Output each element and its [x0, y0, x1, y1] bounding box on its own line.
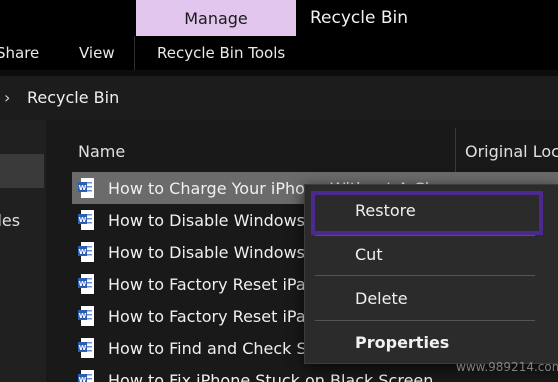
file-explorer-window: Manage Recycle Bin Share View Recycle Bi… — [0, 0, 558, 382]
ribbon-tabs: Share View Recycle Bin Tools — [0, 36, 558, 70]
word-document-icon: W — [78, 178, 94, 198]
menu-item-cut[interactable]: Cut — [355, 245, 383, 264]
column-header-original-location[interactable]: Original Location — [465, 142, 558, 161]
menu-separator — [315, 320, 535, 321]
tab-recycle-bin-tools[interactable]: Recycle Bin Tools — [157, 44, 285, 62]
svg-text:W: W — [79, 344, 87, 352]
restore-highlight-box — [311, 191, 543, 235]
word-document-icon: W — [78, 242, 94, 262]
watermark-text: www.989214.com — [456, 360, 558, 374]
svg-text:W: W — [79, 248, 87, 256]
svg-text:W: W — [79, 280, 87, 288]
context-menu: Restore Cut Delete Properties — [304, 184, 558, 364]
file-name: How to Find and Check S — [108, 338, 307, 358]
manage-tab[interactable]: Manage — [136, 0, 296, 36]
word-document-icon: W — [78, 370, 94, 382]
menu-item-delete[interactable]: Delete — [355, 289, 408, 308]
svg-text:W: W — [79, 184, 87, 192]
title-bar: Manage Recycle Bin — [0, 0, 558, 36]
column-divider[interactable] — [455, 128, 456, 176]
file-name: How to Fix iPhone Stuck on Black Screen — [108, 370, 434, 382]
word-document-icon: W — [78, 338, 94, 358]
window-title: Recycle Bin — [310, 8, 409, 28]
menu-separator — [315, 235, 535, 236]
column-header-name[interactable]: Name — [78, 142, 125, 161]
breadcrumb-chevron-icon[interactable]: › — [4, 88, 10, 107]
manage-tab-label: Manage — [184, 8, 248, 28]
address-bar[interactable]: › Recycle Bin — [0, 76, 558, 120]
breadcrumb-recycle-bin[interactable]: Recycle Bin — [27, 88, 119, 107]
word-document-icon: W — [78, 210, 94, 230]
ribbon-divider — [134, 36, 135, 70]
file-name: How to Disable Windows — [108, 210, 305, 230]
file-name: How to Disable Windows — [108, 242, 305, 262]
svg-text:W: W — [79, 376, 87, 382]
tab-view[interactable]: View — [79, 44, 115, 62]
nav-item-files-text: Files — [0, 211, 21, 230]
svg-text:W: W — [79, 216, 87, 224]
file-name: How to Factory Reset iPad — [108, 274, 316, 294]
nav-item-selected[interactable] — [0, 154, 44, 188]
svg-text:W: W — [79, 312, 87, 320]
navigation-pane: Files — [0, 120, 46, 382]
word-document-icon: W — [78, 306, 94, 326]
word-document-icon: W — [78, 274, 94, 294]
menu-item-restore[interactable]: Restore — [355, 201, 416, 220]
menu-item-properties[interactable]: Properties — [355, 333, 449, 352]
tab-share[interactable]: Share — [0, 44, 39, 62]
nav-item-files-label[interactable]: Files — [0, 211, 46, 230]
file-name: How to Factory Reset iPad — [108, 306, 316, 326]
menu-separator — [315, 275, 535, 276]
